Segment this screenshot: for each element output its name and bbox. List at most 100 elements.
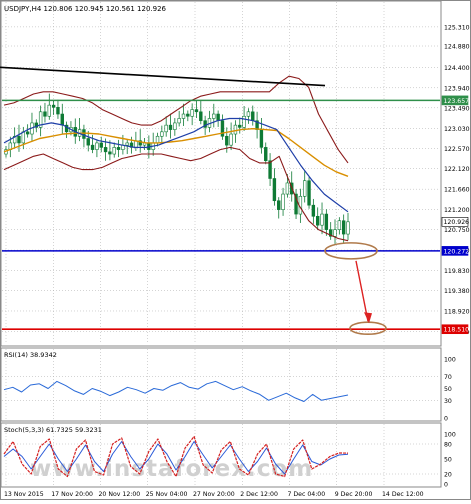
x-tick-label: 14 Dec 12:00 bbox=[382, 491, 424, 498]
candle bbox=[216, 113, 220, 122]
candle bbox=[99, 142, 103, 148]
y-tick-label: 118.920 bbox=[444, 308, 470, 315]
candle bbox=[108, 151, 112, 155]
candle bbox=[125, 142, 129, 146]
price-label: 118.510 bbox=[444, 327, 470, 334]
y-tick-label: 122.120 bbox=[444, 166, 470, 173]
y-tick-label: 122.570 bbox=[444, 146, 470, 153]
candle bbox=[346, 221, 350, 235]
main-panel-frame bbox=[0, 0, 442, 347]
candle bbox=[272, 178, 277, 202]
candle bbox=[95, 142, 99, 150]
candle bbox=[186, 113, 190, 117]
y-tick-label: 124.400 bbox=[444, 65, 470, 72]
candle bbox=[25, 131, 30, 135]
y-tick-label: 123.030 bbox=[444, 126, 470, 133]
candle bbox=[160, 131, 164, 137]
candle bbox=[199, 111, 203, 122]
x-tick-label: 20 Nov 12:00 bbox=[99, 491, 141, 498]
candle bbox=[225, 135, 229, 146]
y-tick-label: 123.940 bbox=[444, 85, 470, 92]
rsi-tick-label: 100 bbox=[444, 357, 456, 364]
candle bbox=[251, 111, 255, 122]
candle bbox=[320, 213, 324, 226]
stoch-tick-label: 0 bbox=[444, 482, 448, 489]
rsi-panel-frame bbox=[0, 347, 442, 422]
x-tick-label: 25 Nov 04:00 bbox=[146, 491, 188, 498]
candle bbox=[281, 193, 285, 210]
x-tick-label: 17 Nov 20:00 bbox=[51, 491, 93, 498]
stoch-tick-label: 80 bbox=[444, 442, 452, 449]
candle bbox=[116, 147, 121, 150]
rsi-tick-label: 50 bbox=[444, 386, 452, 393]
candle bbox=[285, 182, 290, 195]
candle bbox=[333, 229, 337, 237]
candle bbox=[212, 113, 216, 119]
x-tick-label: 27 Nov 20:00 bbox=[193, 491, 235, 498]
candle bbox=[181, 113, 186, 119]
y-tick-label: 119.380 bbox=[444, 288, 470, 295]
rsi-tick-label: 30 bbox=[444, 398, 452, 405]
chart-canvas: www.instaforex.com 13 Nov 2015 17 Nov 20:… bbox=[0, 0, 471, 500]
candle bbox=[242, 115, 246, 128]
y-tick-label: 121.200 bbox=[444, 207, 470, 214]
candle bbox=[155, 135, 160, 144]
candle bbox=[112, 147, 116, 155]
rsi-panel bbox=[0, 347, 442, 422]
candle bbox=[60, 113, 64, 126]
candle bbox=[315, 215, 320, 226]
x-tick-label: 7 Dec 04:00 bbox=[288, 491, 326, 498]
candle bbox=[194, 109, 199, 113]
candle bbox=[341, 220, 346, 235]
candle bbox=[337, 220, 342, 230]
stoch-label: Stoch(5,3,3) 61.7325 59.3231 bbox=[4, 426, 102, 434]
candle bbox=[264, 147, 268, 162]
candle bbox=[90, 144, 95, 150]
y-tick-label: 124.880 bbox=[444, 44, 470, 51]
candle bbox=[164, 124, 168, 133]
x-tick-label: 2 Dec 12:00 bbox=[240, 491, 278, 498]
y-tick-label: 119.830 bbox=[444, 268, 470, 275]
candle bbox=[311, 204, 316, 217]
candle bbox=[21, 131, 26, 144]
chart-title: USDJPY,H4 120.806 120.945 120.561 120.92… bbox=[4, 5, 167, 13]
y-tick-label: 123.490 bbox=[444, 105, 470, 112]
y-tick-label: 125.310 bbox=[444, 24, 470, 31]
candle bbox=[233, 124, 238, 135]
y-tick-label: 121.660 bbox=[444, 187, 470, 194]
candle bbox=[47, 104, 51, 117]
candle bbox=[56, 107, 60, 115]
candle bbox=[43, 111, 47, 117]
rsi-label: RSI(14) 38.9342 bbox=[4, 351, 57, 359]
x-tick-label: 9 Dec 20:00 bbox=[335, 491, 373, 498]
stoch-tick-label: 50 bbox=[444, 457, 452, 464]
price-label: 123.657 bbox=[444, 98, 470, 105]
candle bbox=[82, 129, 86, 139]
candle bbox=[177, 118, 181, 124]
candle bbox=[307, 180, 311, 206]
candle bbox=[173, 122, 177, 130]
x-tick-label: 13 Nov 2015 bbox=[4, 491, 44, 498]
candle bbox=[103, 147, 108, 153]
candle bbox=[303, 180, 307, 197]
candle bbox=[238, 124, 242, 128]
y-tick-label: 120.750 bbox=[444, 227, 470, 234]
rsi-tick-label: 70 bbox=[444, 374, 452, 381]
candle bbox=[246, 111, 251, 117]
rsi-tick-label: 0 bbox=[444, 416, 448, 423]
candle bbox=[259, 129, 264, 148]
candle bbox=[324, 213, 329, 230]
candle bbox=[229, 133, 233, 146]
candle bbox=[51, 104, 56, 108]
candle bbox=[168, 124, 173, 130]
candle bbox=[86, 138, 90, 146]
stoch-tick-label: 100 bbox=[444, 432, 456, 439]
candle bbox=[277, 200, 281, 210]
candle bbox=[17, 135, 21, 144]
stoch-tick-label: 20 bbox=[444, 472, 452, 479]
price-label: 120.272 bbox=[444, 248, 470, 255]
main-panel bbox=[0, 0, 442, 347]
forex-chart-window: www.instaforex.com 13 Nov 2015 17 Nov 20:… bbox=[0, 0, 471, 500]
candle bbox=[190, 109, 194, 117]
price-label: 120.926 bbox=[444, 219, 470, 226]
